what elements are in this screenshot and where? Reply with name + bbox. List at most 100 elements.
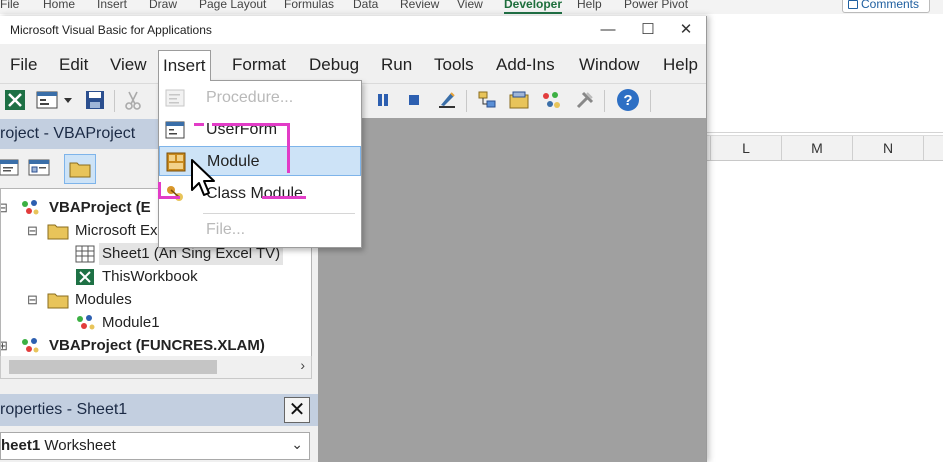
procedure-icon — [165, 89, 185, 107]
toolbar-separator — [604, 90, 605, 112]
properties-window-icon[interactable] — [508, 89, 530, 111]
expand-toggle[interactable]: ⊞ — [1, 335, 8, 357]
svg-text:?: ? — [623, 92, 632, 109]
properties-object-select[interactable]: heet1 Worksheet ⌄ — [0, 432, 310, 460]
vbaproject-icon — [22, 200, 39, 215]
annotation-line — [262, 196, 306, 199]
object-browser-icon[interactable] — [540, 89, 562, 111]
ribbon-tab-file[interactable]: File — [0, 0, 19, 11]
code-window-area[interactable] — [318, 118, 706, 462]
folder-icon — [47, 224, 69, 240]
properties-title: roperties - Sheet1 ✕ — [0, 394, 318, 426]
tree-item-thisworkbook[interactable]: ThisWorkbook — [102, 266, 198, 288]
properties-close-button[interactable]: ✕ — [284, 397, 310, 423]
excel-column-headers: L M N — [706, 135, 943, 161]
ribbon-tab-data[interactable]: Data — [353, 0, 378, 11]
toolbox-icon[interactable] — [574, 89, 596, 111]
collapse-toggle[interactable]: ⊟ — [27, 220, 38, 242]
ribbon-tab-home[interactable]: Home — [43, 0, 75, 11]
menu-window[interactable]: Window — [575, 52, 643, 78]
menu-view[interactable]: View — [106, 52, 151, 78]
menu-file[interactable]: File — [6, 52, 41, 78]
menu-help[interactable]: Help — [659, 52, 702, 78]
toggle-folders-button[interactable] — [64, 154, 96, 184]
window-title: Microsoft Visual Basic for Applications — [10, 23, 212, 37]
ribbon-tab-insert[interactable]: Insert — [97, 0, 127, 11]
properties-object-value: heet1 Worksheet — [1, 437, 116, 454]
menu-item-userform[interactable]: UserForm — [159, 115, 361, 145]
column-header-m[interactable]: M — [782, 136, 853, 160]
cut-icon[interactable] — [122, 89, 144, 111]
tree-horizontal-scrollbar[interactable]: › — [0, 356, 312, 379]
reset-icon[interactable] — [403, 89, 425, 111]
menu-item-label: File... — [206, 221, 246, 238]
view-code-icon[interactable] — [0, 158, 20, 178]
column-header-l[interactable]: L — [711, 136, 782, 160]
save-icon[interactable] — [84, 89, 106, 111]
tree-item-vbaproject-funcres[interactable]: VBAProject (FUNCRES.XLAM) — [49, 335, 265, 357]
tree-item-vbaproject[interactable]: VBAProject (E — [49, 197, 151, 219]
close-button[interactable]: ✕ — [668, 19, 704, 41]
annotation-line — [212, 123, 290, 126]
vbaproject-icon — [22, 338, 39, 353]
workbook-icon — [76, 269, 94, 285]
menu-debug[interactable]: Debug — [305, 52, 363, 78]
vbe-menu-bar: File Edit View Insert Format Debug Run T… — [0, 47, 706, 81]
menu-item-procedure[interactable]: Procedure... — [159, 83, 361, 113]
tree-item-microsoft-excel-objects[interactable]: Microsoft Ex — [75, 220, 158, 242]
menu-run[interactable]: Run — [377, 52, 416, 78]
folder-icon — [47, 293, 69, 309]
collapse-toggle[interactable]: ⊟ — [27, 289, 38, 311]
comments-button[interactable]: Comments — [842, 0, 930, 13]
menu-tools[interactable]: Tools — [430, 52, 478, 78]
ribbon-tab-developer[interactable]: Developer — [504, 0, 563, 14]
view-excel-icon[interactable] — [4, 89, 26, 111]
module-icon — [166, 152, 186, 172]
chevron-down-icon[interactable]: ⌄ — [291, 436, 303, 453]
comment-icon — [848, 0, 858, 9]
menu-insert[interactable]: Insert — [158, 50, 211, 81]
ribbon-tab-page-layout[interactable]: Page Layout — [199, 0, 266, 11]
help-icon[interactable]: ? — [616, 88, 640, 112]
userform-icon — [165, 121, 185, 139]
column-header-n[interactable]: N — [853, 136, 924, 160]
ribbon-tab-view[interactable]: View — [457, 0, 483, 11]
toolbar-separator — [650, 90, 651, 112]
object-type: Worksheet — [44, 437, 116, 454]
insert-userform-icon[interactable] — [36, 89, 58, 111]
comments-label: Comments — [861, 0, 920, 11]
worksheet-icon — [75, 245, 95, 263]
ribbon-tab-formulas[interactable]: Formulas — [284, 0, 334, 11]
module-icon — [77, 315, 95, 330]
excel-formula-strip — [706, 110, 943, 133]
minimize-button[interactable]: — — [590, 19, 626, 41]
tree-item-modules[interactable]: Modules — [75, 289, 132, 311]
menu-add-ins[interactable]: Add-Ins — [492, 52, 559, 78]
project-explorer-icon[interactable] — [476, 89, 498, 111]
collapse-toggle[interactable]: ⊟ — [1, 197, 8, 219]
menu-format[interactable]: Format — [228, 52, 290, 78]
properties-title-text: roperties - Sheet1 — [0, 401, 128, 418]
break-icon[interactable] — [372, 89, 394, 111]
ribbon-tab-draw[interactable]: Draw — [149, 0, 177, 11]
ribbon-tab-review[interactable]: Review — [400, 0, 439, 11]
menu-separator — [203, 213, 355, 214]
maximize-button[interactable]: ☐ — [630, 19, 666, 41]
excel-sheet-area — [706, 14, 943, 462]
insert-menu-dropdown: Procedure... UserForm Module Class Modul… — [158, 80, 362, 248]
ribbon-tab-power-pivot[interactable]: Power Pivot — [624, 0, 688, 11]
scroll-right-icon[interactable]: › — [300, 357, 305, 373]
menu-item-file[interactable]: File... — [159, 215, 361, 245]
tree-item-module1[interactable]: Module1 — [102, 312, 160, 334]
ribbon-tab-help[interactable]: Help — [577, 0, 602, 11]
design-mode-icon[interactable] — [436, 89, 458, 111]
toolbar-separator — [114, 90, 115, 112]
view-object-icon[interactable] — [28, 158, 50, 178]
toolbar-separator — [466, 90, 467, 112]
menu-item-label: Class Module — [206, 185, 303, 202]
menu-edit[interactable]: Edit — [55, 52, 92, 78]
scrollbar-thumb[interactable] — [9, 360, 217, 374]
class-module-icon — [167, 186, 183, 201]
folder-icon — [69, 162, 91, 178]
dropdown-arrow-icon[interactable] — [62, 89, 74, 111]
